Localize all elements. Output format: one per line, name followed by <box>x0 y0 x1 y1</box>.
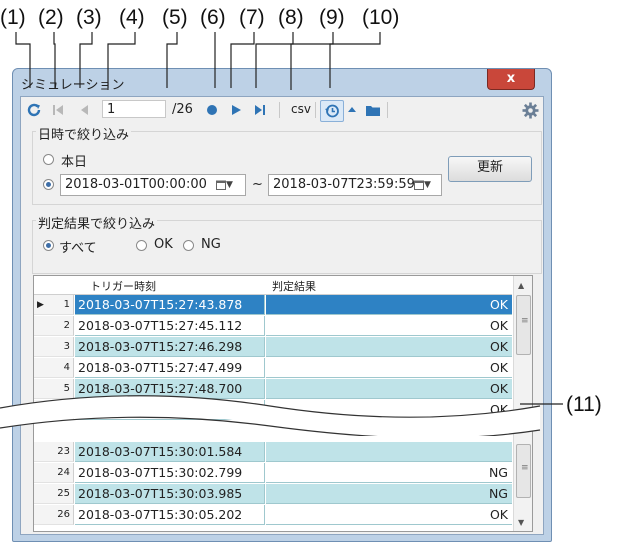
callout-leader-lines <box>15 32 563 405</box>
